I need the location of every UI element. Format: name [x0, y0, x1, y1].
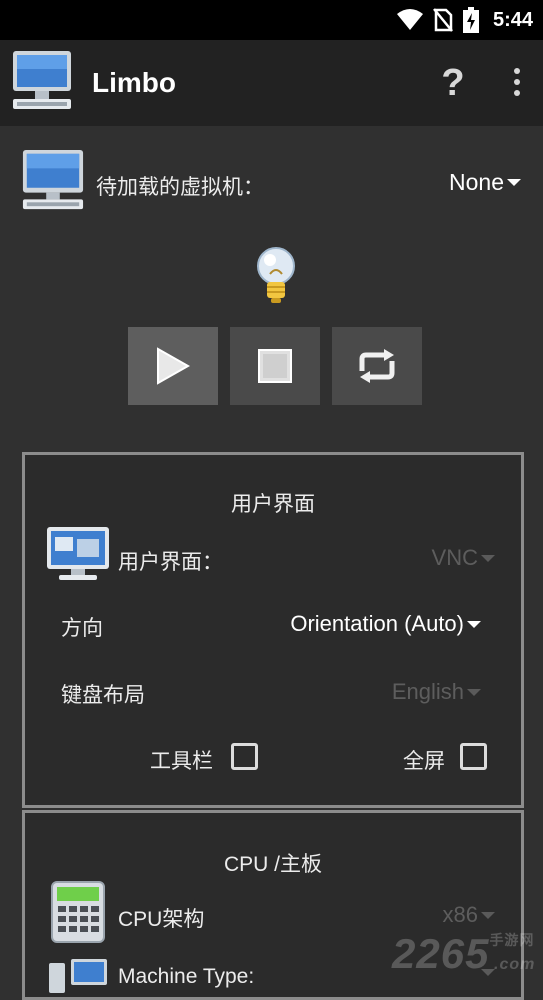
play-button[interactable]: [128, 327, 218, 405]
fullscreen-label: 全屏: [403, 750, 445, 773]
battery-charging-icon: [462, 7, 479, 33]
computer-icon: [22, 149, 84, 210]
watermark-domain: .com: [494, 956, 536, 973]
restart-button[interactable]: [332, 327, 422, 405]
vm-label: 待加载的虚拟机：: [96, 176, 264, 199]
orientation-label: 方向: [61, 617, 103, 640]
status-bar: 5:44: [0, 0, 543, 40]
clock: 5:44: [492, 8, 533, 31]
stop-button[interactable]: [230, 327, 320, 405]
user-interface-panel: 用户界面 用户界面： VNC 方向 Orientation (Auto) 键盘布…: [22, 452, 524, 808]
overflow-menu-button[interactable]: [506, 68, 528, 98]
panel-title-cpu: CPU /主板: [223, 853, 322, 876]
network-computers-icon: [49, 959, 107, 993]
dropdown-arrow-icon: [467, 620, 481, 628]
keyboard-layout-value: English: [391, 679, 464, 704]
cpu-arch-value: x86: [442, 902, 478, 927]
wifi-icon: [396, 9, 423, 30]
ui-dropdown[interactable]: VNC: [432, 545, 495, 571]
ui-dropdown-value: VNC: [431, 545, 478, 570]
vm-selector-row: 待加载的虚拟机： None: [20, 144, 525, 214]
keyboard-layout-label: 键盘布局: [61, 684, 145, 707]
app-title: Limbo: [92, 67, 176, 98]
panel-title-ui: 用户界面: [231, 493, 315, 516]
status-icons: 5:44: [396, 7, 533, 33]
cpu-arch-label: CPU架构: [118, 908, 205, 931]
help-button[interactable]: ?: [436, 61, 470, 105]
calculator-icon: [51, 881, 105, 943]
vm-dropdown-value: None: [449, 169, 504, 195]
orientation-dropdown[interactable]: Orientation (Auto): [290, 611, 481, 637]
watermark: 2265手游网 .com: [392, 930, 534, 978]
fullscreen-checkbox[interactable]: [460, 743, 487, 770]
more-vert-icon: [514, 68, 520, 74]
keyboard-layout-dropdown[interactable]: English: [392, 679, 481, 705]
watermark-text: 2265: [392, 930, 490, 977]
watermark-suffix: 手游网: [489, 932, 535, 948]
machine-type-label: Machine Type:: [118, 965, 255, 988]
dropdown-arrow-icon: [467, 688, 481, 696]
dropdown-arrow-icon: [507, 179, 521, 186]
toolbar-checkbox[interactable]: [231, 743, 258, 770]
display-icon: [47, 527, 109, 580]
app-bar: Limbo ?: [0, 40, 543, 126]
stop-icon: [258, 349, 292, 383]
computer-icon: [13, 51, 71, 109]
vm-controls: [128, 327, 422, 405]
vm-dropdown[interactable]: None: [449, 169, 521, 196]
toolbar-label: 工具栏: [150, 750, 213, 773]
dropdown-arrow-icon: [481, 554, 495, 562]
no-sim-icon: [433, 8, 453, 32]
orientation-dropdown-value: Orientation (Auto): [290, 611, 464, 636]
restart-icon: [359, 349, 395, 383]
ui-label: 用户界面：: [118, 551, 223, 574]
dropdown-arrow-icon: [481, 911, 495, 919]
play-icon: [157, 347, 191, 385]
lightbulb-icon: [257, 247, 295, 303]
cpu-arch-dropdown[interactable]: x86: [443, 902, 495, 928]
